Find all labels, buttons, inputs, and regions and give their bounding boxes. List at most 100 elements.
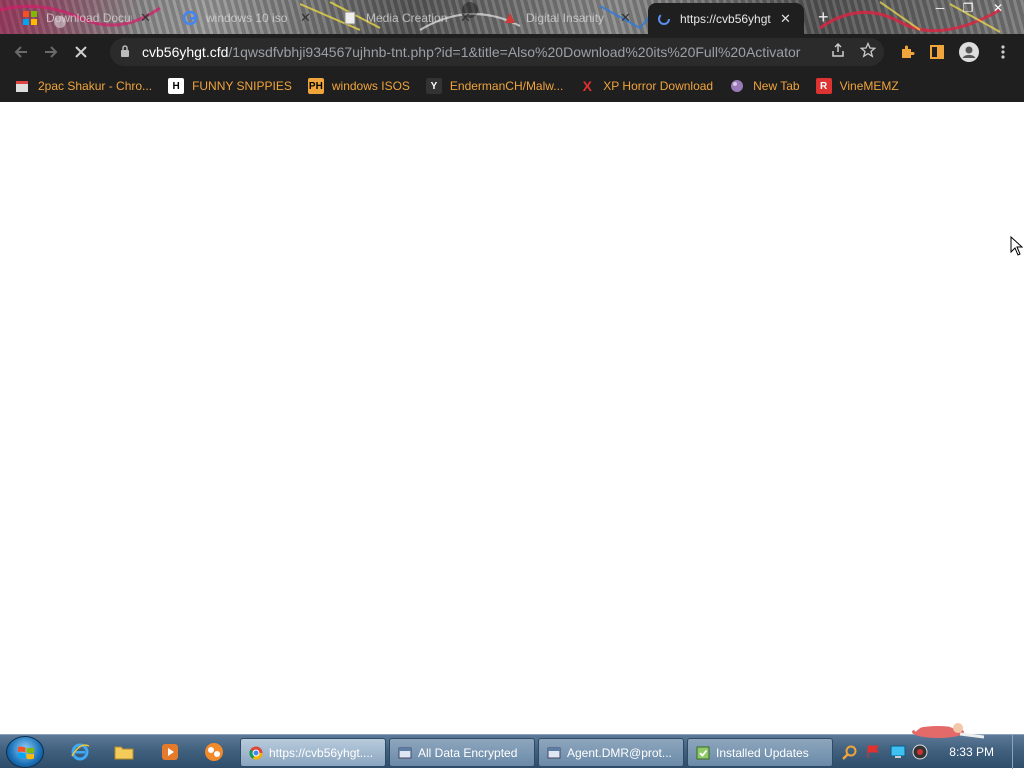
tab-0[interactable]: Download Documents ✕ <box>14 5 159 31</box>
tab-title: Digital Insanity <box>526 11 605 25</box>
taskbar-app[interactable] <box>196 738 232 766</box>
bookmark-funny-snippies[interactable]: H FUNNY SNIPPIES <box>168 78 292 94</box>
loading-icon <box>656 11 672 27</box>
bookmark-label: windows ISOS <box>331 79 410 93</box>
search-icon[interactable] <box>842 745 858 761</box>
taskbar-ie[interactable] <box>62 738 98 766</box>
bookmark-label: VineMEMZ <box>839 79 899 93</box>
h-icon: H <box>168 78 185 94</box>
folder-icon <box>114 746 134 760</box>
close-icon[interactable]: ✕ <box>620 10 631 26</box>
new-tab-button[interactable]: + <box>818 7 829 28</box>
task-label: Installed Updates <box>716 745 809 760</box>
internet-explorer-icon <box>71 743 90 761</box>
task-label: All Data Encrypted <box>418 745 518 760</box>
bookmark-label: New Tab <box>753 79 800 93</box>
clock[interactable]: 8:33 PM <box>949 745 994 759</box>
system-tray: 8:33 PM <box>836 735 1024 769</box>
task-chrome[interactable]: https://cvb56yhgt.... <box>240 738 386 767</box>
bookmark-label: XP Horror Download <box>603 79 714 93</box>
tab-2[interactable]: Media Creation Tool ✕ <box>334 5 479 31</box>
chrome-icon <box>249 746 263 759</box>
url-path: /1qwsdfvbhji934567ujhnb-tnt.php?id=1&tit… <box>228 44 801 60</box>
taskbar-media-player[interactable] <box>152 738 188 766</box>
task-all-data-encrypted[interactable]: All Data Encrypted <box>389 738 535 767</box>
yt-icon: Y <box>425 78 442 94</box>
tab-title: Media Creation Tool <box>366 11 452 25</box>
tab-1[interactable]: windows 10 iso ✕ <box>174 5 319 31</box>
back-arrow-icon <box>14 46 27 58</box>
forward-button[interactable] <box>36 37 66 67</box>
side-panel-button[interactable] <box>922 37 952 67</box>
bookmark-vinememz[interactable]: R VineMEMZ <box>815 78 899 94</box>
mouse-cursor-icon <box>1010 236 1024 256</box>
bookmark-label: 2pac Shakur - Chro... <box>38 79 153 93</box>
share-icon[interactable] <box>830 42 846 62</box>
browser-toolbar: cvb56yhgt.cfd/1qwsdfvbhji934567ujhnb-tnt… <box>0 34 1024 70</box>
close-icon[interactable]: ✕ <box>300 10 311 26</box>
ph-icon: PH <box>307 78 324 94</box>
page-content <box>0 102 1024 734</box>
flag-icon[interactable] <box>866 745 880 759</box>
address-bar[interactable]: cvb56yhgt.cfd/1qwsdfvbhji934567ujhnb-tnt… <box>110 38 884 66</box>
close-icon[interactable]: ✕ <box>460 10 471 26</box>
bookmark-xp-horror[interactable]: X XP Horror Download <box>579 78 714 94</box>
windows-logo-icon <box>18 746 34 760</box>
google-icon <box>182 10 198 26</box>
bookmark-label: EndermanCH/Malw... <box>449 79 564 93</box>
task-label: https://cvb56yhgt.... <box>269 745 374 760</box>
taskbar: https://cvb56yhgt.... All Data Encrypted… <box>0 734 1024 769</box>
close-icon[interactable]: ✕ <box>140 10 151 26</box>
star-icon[interactable] <box>859 41 877 62</box>
close-window-button[interactable]: ✕ <box>984 0 1012 18</box>
tab-4-active[interactable]: https://cvb56yhgt ✕ <box>648 3 804 34</box>
lock-icon <box>120 44 134 60</box>
close-icon[interactable]: ✕ <box>780 11 791 27</box>
media-player-icon <box>162 744 178 760</box>
avatar-icon <box>959 42 979 62</box>
task-installed-updates[interactable]: Installed Updates <box>687 738 833 767</box>
store-icon <box>14 78 30 94</box>
back-button[interactable] <box>6 37 36 67</box>
task-label: Agent.DMR@prot... <box>567 745 672 760</box>
kebab-menu-icon <box>1001 45 1005 59</box>
forward-arrow-icon <box>45 46 58 58</box>
puzzle-icon <box>902 45 915 58</box>
taskbar-explorer[interactable] <box>106 738 142 766</box>
volume-icon[interactable] <box>912 744 928 760</box>
r-icon: R <box>815 78 832 94</box>
bookmark-windows-isos[interactable]: PH windows ISOS <box>307 78 410 94</box>
bookmark-2pac[interactable]: 2pac Shakur - Chro... <box>14 78 152 94</box>
maximize-button[interactable]: ❐ <box>954 0 982 18</box>
tab-title: windows 10 iso <box>206 11 288 25</box>
app-icon <box>205 743 223 761</box>
tab-strip: Download Documents ✕ windows 10 iso ✕ Me… <box>0 0 1024 34</box>
stop-icon <box>75 46 87 58</box>
start-button[interactable] <box>6 736 44 768</box>
bookmark-new-tab[interactable]: New Tab <box>729 78 800 94</box>
bookmark-label: FUNNY SNIPPIES <box>192 79 292 93</box>
window-icon <box>547 747 561 758</box>
bookmarks-bar: 2pac Shakur - Chro... H FUNNY SNIPPIES P… <box>0 70 1024 102</box>
updates-icon <box>696 746 710 759</box>
minimize-button[interactable]: ─ <box>926 0 954 18</box>
globe-icon <box>729 78 745 94</box>
extensions-button[interactable] <box>892 37 922 67</box>
desktop-character-sprite <box>912 718 985 739</box>
bookmark-endermanch[interactable]: Y EndermanCH/Malw... <box>425 78 564 94</box>
network-icon[interactable] <box>890 745 906 759</box>
ms-logo-icon <box>22 10 38 26</box>
tab-title: https://cvb56yhgt <box>680 11 771 26</box>
window-icon <box>398 747 412 758</box>
url-host: cvb56yhgt.cfd <box>142 44 229 60</box>
show-desktop-button[interactable] <box>1012 735 1024 769</box>
x-icon: X <box>582 78 592 94</box>
side-panel-icon <box>930 45 944 59</box>
stop-button[interactable] <box>66 37 96 67</box>
red-icon <box>502 10 518 26</box>
task-agent-dmr[interactable]: Agent.DMR@prot... <box>538 738 684 767</box>
tab-title: Download Documents <box>46 11 132 25</box>
profile-button[interactable] <box>954 37 984 67</box>
tab-3[interactable]: Digital Insanity ✕ <box>494 5 639 31</box>
menu-button[interactable] <box>988 37 1018 67</box>
